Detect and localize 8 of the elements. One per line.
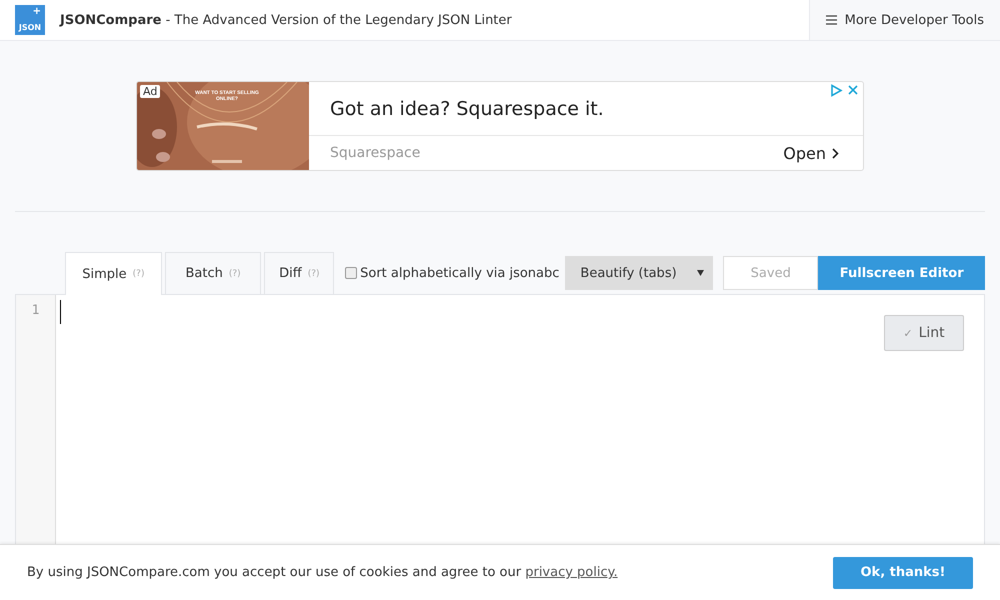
line-number: 1 xyxy=(32,303,40,318)
cookie-notice: By using JSONCompare.com you accept our use of cookies and agree to our privacy policy. xyxy=(27,565,618,580)
ad-badge: Ad xyxy=(140,85,160,98)
logo-icon: + JSON xyxy=(15,5,45,35)
ad-headline: Got an idea? Squarespace it. xyxy=(330,98,604,120)
ad-advertiser: Squarespace xyxy=(330,145,420,161)
site-title: JSONCompare - The Advanced Version of the Legendary JSON Linter xyxy=(60,12,512,28)
sort-label: Sort alphabetically via jsonabc xyxy=(360,266,560,280)
